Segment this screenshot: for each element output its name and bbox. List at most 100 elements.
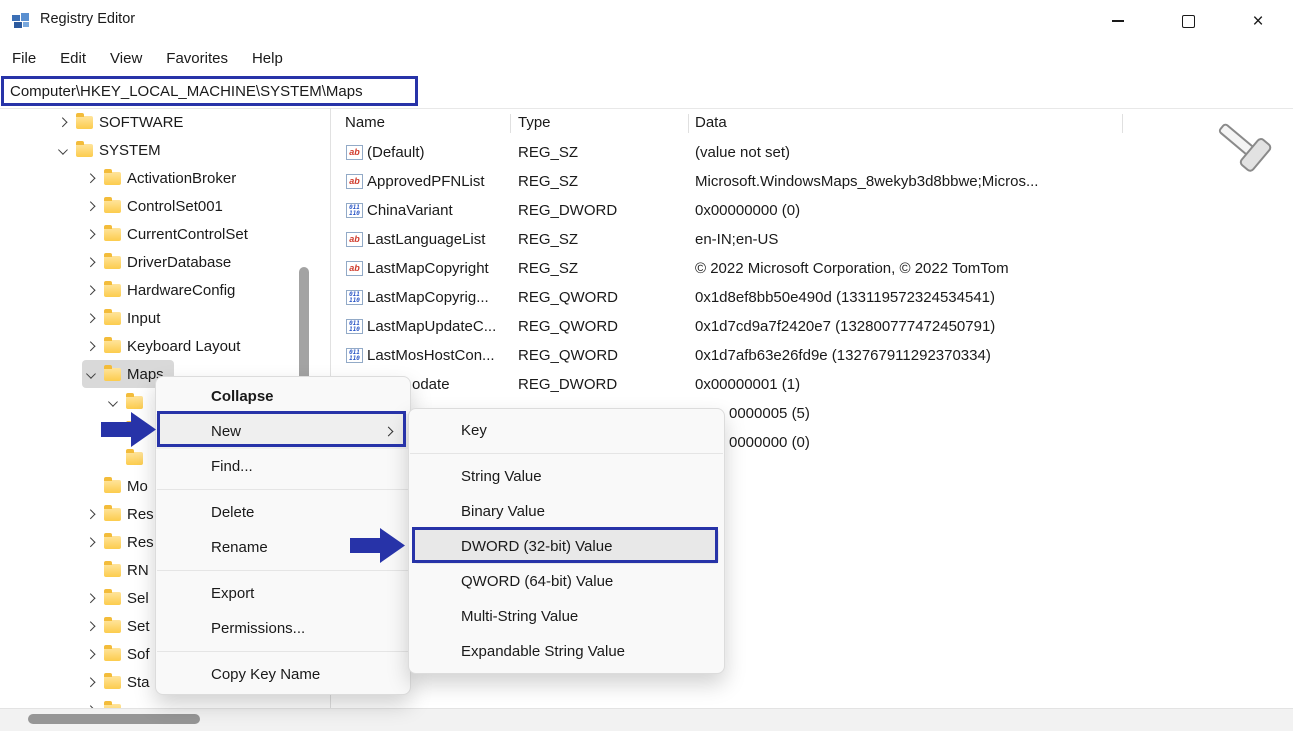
chevron-right-icon[interactable]: [82, 282, 98, 298]
close-button[interactable]: ×: [1223, 0, 1293, 42]
value-row[interactable]: LastLanguageListREG_SZen-IN;en-US: [331, 225, 1293, 254]
folder-icon: [104, 536, 121, 549]
window-controls: ×: [1083, 0, 1293, 42]
folder-icon: [126, 396, 143, 409]
folder-icon: [76, 116, 93, 129]
value-row[interactable]: ApprovedPFNListREG_SZMicrosoft.WindowsMa…: [331, 167, 1293, 196]
column-header-type[interactable]: Type: [518, 108, 551, 138]
tree-item-keyboard-layout[interactable]: Keyboard Layout: [82, 332, 240, 360]
chevron-right-icon[interactable]: [82, 338, 98, 354]
tree-item-software[interactable]: SOFTWARE: [54, 108, 183, 136]
folder-icon: [104, 312, 121, 325]
tree-item-res-2[interactable]: Res: [82, 528, 154, 556]
tree-item-sel[interactable]: Sel: [82, 584, 149, 612]
maximize-button[interactable]: [1153, 0, 1223, 42]
tree-item-set[interactable]: Set: [82, 612, 150, 640]
value-row[interactable]: LastMapUpdateC...REG_QWORD0x1d7cd9a7f242…: [331, 312, 1293, 341]
tree-item-controlset001[interactable]: ControlSet001: [82, 192, 223, 220]
folder-icon: [76, 144, 93, 157]
tree-item-mo[interactable]: Mo: [82, 472, 148, 500]
value-row[interactable]: (Default)REG_SZ(value not set): [331, 138, 1293, 167]
context-menu-item-collapse[interactable]: Collapse: [156, 379, 410, 414]
chevron-right-icon[interactable]: [82, 618, 98, 634]
registry-editor-icon: [12, 11, 31, 30]
column-divider[interactable]: [688, 114, 689, 133]
column-header-name[interactable]: Name: [345, 108, 385, 138]
folder-icon: [104, 564, 121, 577]
tree-item-driverdatabase[interactable]: DriverDatabase: [82, 248, 231, 276]
chevron-right-icon[interactable]: [82, 674, 98, 690]
menu-separator: [157, 651, 409, 652]
chevron-down-icon[interactable]: [82, 366, 98, 382]
tree-item-res-1[interactable]: Res: [82, 500, 154, 528]
tree-item-activationbroker[interactable]: ActivationBroker: [82, 164, 236, 192]
window-title: Registry Editor: [40, 11, 135, 27]
chevron-right-icon[interactable]: [82, 310, 98, 326]
tree-item-sta[interactable]: Sta: [82, 668, 150, 696]
chevron-right-icon[interactable]: [82, 534, 98, 550]
chevron-right-icon[interactable]: [82, 590, 98, 606]
menu-file[interactable]: File: [0, 42, 48, 76]
value-row[interactable]: LastMapCopyrightREG_SZ© 2022 Microsoft C…: [331, 254, 1293, 283]
context-menu-item-permissions[interactable]: Permissions...: [156, 611, 410, 646]
menu-view[interactable]: View: [98, 42, 154, 76]
menu-separator: [157, 489, 409, 490]
column-divider[interactable]: [1122, 114, 1123, 133]
tree-item-sof[interactable]: Sof: [82, 640, 150, 668]
tree-item[interactable]: [82, 696, 127, 708]
menu-separator: [157, 570, 409, 571]
tree-item-system[interactable]: SYSTEM: [54, 136, 161, 164]
tree-item-rn[interactable]: RN: [82, 556, 149, 584]
menu-help[interactable]: Help: [240, 42, 295, 76]
folder-icon: [104, 508, 121, 521]
title-bar: Registry Editor ×: [0, 0, 1293, 42]
value-row[interactable]: ChinaVariantREG_DWORD0x00000000 (0): [331, 196, 1293, 225]
minimize-button[interactable]: [1083, 0, 1153, 42]
value-row[interactable]: odateREG_DWORD0x00000001 (1): [331, 370, 1293, 399]
chevron-right-icon[interactable]: [82, 226, 98, 242]
chevron-right-icon[interactable]: [82, 198, 98, 214]
maximize-icon: [1182, 15, 1195, 28]
dword-value-icon: [346, 348, 363, 363]
submenu-item-string-value[interactable]: String Value: [409, 459, 724, 494]
folder-icon: [104, 256, 121, 269]
horizontal-scrollbar-thumb[interactable]: [28, 714, 200, 724]
context-menu-item-copy-key-name[interactable]: Copy Key Name: [156, 657, 410, 692]
context-menu-item-find[interactable]: Find...: [156, 449, 410, 484]
folder-icon: [104, 592, 121, 605]
chevron-right-icon[interactable]: [82, 170, 98, 186]
submenu-item-expandable-string-value[interactable]: Expandable String Value: [409, 634, 724, 669]
folder-icon: [104, 620, 121, 633]
menu-favorites[interactable]: Favorites: [154, 42, 240, 76]
chevron-right-icon[interactable]: [54, 114, 70, 130]
annotation-box-address: [1, 76, 418, 106]
dword-value-icon: [346, 203, 363, 218]
tree-item-input[interactable]: Input: [82, 304, 160, 332]
column-header-data[interactable]: Data: [695, 108, 727, 138]
menu-bar: File Edit View Favorites Help: [0, 42, 1293, 76]
chevron-right-icon[interactable]: [82, 646, 98, 662]
chevron-down-icon[interactable]: [54, 142, 70, 158]
submenu-item-multi-string-value[interactable]: Multi-String Value: [409, 599, 724, 634]
list-header: Name Type Data: [331, 108, 1293, 138]
value-row[interactable]: LastMapCopyrig...REG_QWORD0x1d8ef8bb50e4…: [331, 283, 1293, 312]
menu-edit[interactable]: Edit: [48, 42, 98, 76]
folder-icon: [104, 648, 121, 661]
folder-icon: [104, 200, 121, 213]
tree-item-hardwareconfig[interactable]: HardwareConfig: [82, 276, 235, 304]
chevron-right-icon[interactable]: [82, 506, 98, 522]
hammer-cursor-icon: [1210, 120, 1280, 182]
folder-icon: [104, 284, 121, 297]
annotation-box-dword: [412, 527, 718, 563]
chevron-right-icon[interactable]: [82, 254, 98, 270]
value-row[interactable]: LastMosHostCon...REG_QWORD0x1d7afb63e26f…: [331, 341, 1293, 370]
chevron-down-icon[interactable]: [104, 394, 120, 410]
submenu-item-qword-value[interactable]: QWORD (64-bit) Value: [409, 564, 724, 599]
context-menu-item-export[interactable]: Export: [156, 576, 410, 611]
submenu-item-binary-value[interactable]: Binary Value: [409, 494, 724, 529]
minimize-icon: [1112, 20, 1124, 21]
annotation-arrow-new: [101, 409, 158, 450]
tree-item-currentcontrolset[interactable]: CurrentControlSet: [82, 220, 248, 248]
submenu-item-key[interactable]: Key: [409, 413, 724, 448]
column-divider[interactable]: [510, 114, 511, 133]
